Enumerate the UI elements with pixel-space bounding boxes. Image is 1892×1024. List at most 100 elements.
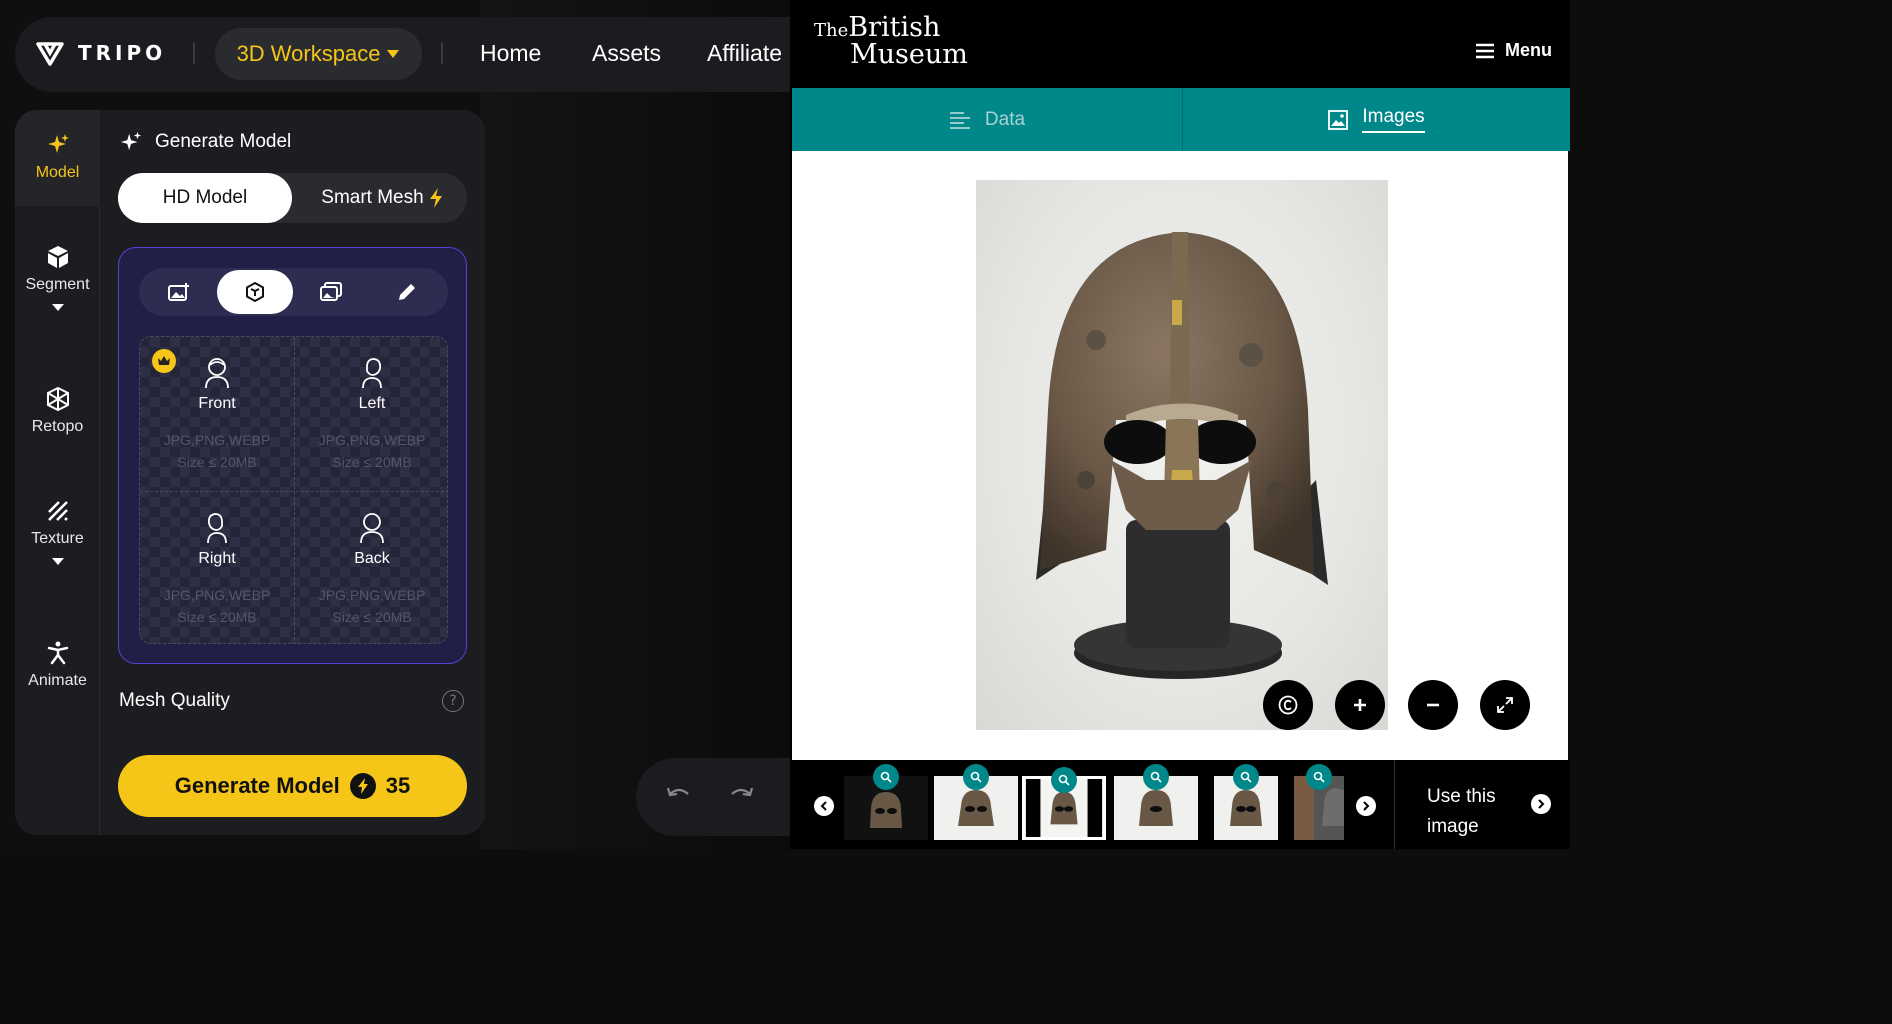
caret-down-icon (387, 50, 400, 58)
helmet-illustration (1036, 232, 1328, 679)
mesh-quality-label: Mesh Quality (119, 690, 230, 711)
tab-data[interactable]: Data (792, 88, 1182, 151)
nav-home[interactable]: Home (480, 40, 541, 67)
logo-museum: Museum (850, 39, 968, 70)
zoom-icon[interactable] (963, 764, 989, 790)
sidebar-item-segment[interactable]: Segment (15, 244, 100, 311)
hd-model-tab[interactable]: HD Model (118, 173, 292, 223)
text-lines-icon (949, 111, 970, 129)
sparkles-icon (120, 131, 142, 151)
bolt-icon (429, 188, 442, 208)
pencil-icon (399, 284, 415, 300)
copyright-button[interactable] (1263, 680, 1313, 730)
undo-icon[interactable] (666, 784, 692, 808)
panel-title-text: Generate Model (155, 131, 292, 152)
zoom-icon[interactable] (1233, 764, 1259, 790)
minus-icon (1427, 703, 1439, 707)
texture-icon (47, 501, 68, 521)
museum-header: TheBritish Museum Menu (792, 0, 1570, 88)
chevron-left-icon (820, 801, 827, 811)
smart-mesh-tab[interactable]: Smart Mesh (298, 173, 467, 223)
tab-images[interactable]: Images (1182, 88, 1570, 151)
zoom-in-button[interactable] (1335, 680, 1385, 730)
view-formats: JPG,PNG,WEBP (163, 432, 271, 448)
zoom-icon[interactable] (873, 764, 899, 790)
view-name: Left (358, 395, 386, 412)
upload-slot-left[interactable]: Left JPG,PNG,WEBP Size ≤ 20MB (295, 337, 447, 491)
head-left-icon (362, 358, 382, 389)
view-name: Right (198, 550, 236, 567)
view-formats: JPG,PNG,WEBP (318, 587, 426, 603)
tripo-logo[interactable]: TRIPO (36, 40, 166, 66)
generate-cost: 35 (385, 773, 411, 798)
museum-logo[interactable]: TheBritish Museum (814, 14, 968, 70)
thumbnail[interactable] (844, 764, 928, 840)
upload-area: Front JPG,PNG,WEBP Size ≤ 20MB Left JPG,… (118, 247, 467, 664)
view-size: Size ≤ 20MB (332, 454, 412, 470)
zoom-icon[interactable] (1143, 764, 1169, 790)
sidebar-label: Animate (28, 672, 87, 689)
workspace-dropdown[interactable]: 3D Workspace (215, 28, 422, 80)
mesh-icon (46, 386, 69, 412)
zoom-icon[interactable] (1306, 764, 1332, 790)
sidebar-item-model[interactable]: Model (15, 110, 100, 206)
use-this-image-link[interactable]: Use this image (1394, 760, 1570, 849)
sidebar-label: Model (35, 164, 80, 181)
next-thumbnail-button[interactable] (1356, 796, 1376, 816)
tripo-logo-icon (36, 42, 64, 66)
view-size: Size ≤ 20MB (177, 454, 257, 470)
workspace-label: 3D Workspace (236, 41, 381, 66)
tab-single-image[interactable] (141, 270, 217, 314)
chevron-down-icon[interactable] (51, 558, 64, 565)
redo-icon[interactable] (728, 784, 754, 808)
logo-the: The (814, 20, 849, 41)
zoom-out-button[interactable] (1408, 680, 1458, 730)
tripo-app: TRIPO 3D Workspace Home Assets Affiliate… (0, 0, 790, 849)
image-upload-icon (168, 283, 189, 301)
thumbnail[interactable] (1114, 764, 1198, 840)
hamburger-icon (1476, 43, 1494, 58)
sidebar-item-retopo[interactable]: Retopo (15, 386, 100, 436)
tab-multi-image[interactable] (293, 270, 369, 314)
chevron-down-icon[interactable] (51, 304, 64, 311)
view-name: Back (354, 550, 390, 567)
upload-slot-back[interactable]: Back JPG,PNG,WEBP Size ≤ 20MB (295, 492, 447, 643)
thumbnail[interactable] (1294, 764, 1344, 840)
tab-multiview[interactable] (217, 270, 293, 314)
thumbnail[interactable] (1204, 764, 1288, 840)
tab-sketch[interactable] (369, 270, 445, 314)
smart-mesh-label: Smart Mesh (321, 187, 424, 208)
cube-icon (47, 246, 68, 268)
upload-mode-tabs (139, 268, 448, 316)
chevron-right-icon (1531, 794, 1551, 814)
fullscreen-button[interactable] (1480, 680, 1530, 730)
upload-slot-right[interactable]: Right JPG,PNG,WEBP Size ≤ 20MB (140, 492, 294, 643)
sidebar-item-texture[interactable]: Texture (15, 498, 100, 565)
tab-data-label: Data (984, 108, 1026, 130)
credit-bolt-icon (349, 773, 376, 799)
generate-model-button[interactable]: Generate Model 35 (118, 755, 467, 817)
menu-label: Menu (1505, 40, 1552, 60)
divider (193, 42, 195, 64)
history-controls (636, 758, 790, 836)
mode-toggle: HD Model Smart Mesh (118, 173, 467, 223)
tool-sidebar: Model Segment Retopo Texture Animate (15, 110, 100, 835)
zoom-icon[interactable] (1051, 767, 1077, 793)
generate-label: Generate Model (174, 773, 340, 798)
help-icon[interactable]: ? (442, 690, 464, 712)
thumbnail-selected[interactable] (1022, 767, 1106, 840)
plus-icon (1354, 699, 1366, 711)
use-image-line2: image (1427, 816, 1479, 837)
menu-button[interactable]: Menu (1475, 40, 1552, 61)
upload-slot-front[interactable]: Front JPG,PNG,WEBP Size ≤ 20MB (140, 337, 294, 491)
expand-icon (1497, 697, 1513, 713)
view-name: Front (198, 395, 236, 412)
view-size: Size ≤ 20MB (177, 609, 257, 625)
sparkles-icon (47, 134, 69, 153)
nav-assets[interactable]: Assets (592, 40, 661, 67)
nav-affiliate[interactable]: Affiliate (707, 40, 782, 67)
generate-panel: Model Segment Retopo Texture Animate Gen… (15, 110, 485, 835)
prev-thumbnail-button[interactable] (814, 796, 834, 816)
sidebar-item-animate[interactable]: Animate (15, 640, 100, 690)
thumbnail[interactable] (934, 764, 1018, 840)
